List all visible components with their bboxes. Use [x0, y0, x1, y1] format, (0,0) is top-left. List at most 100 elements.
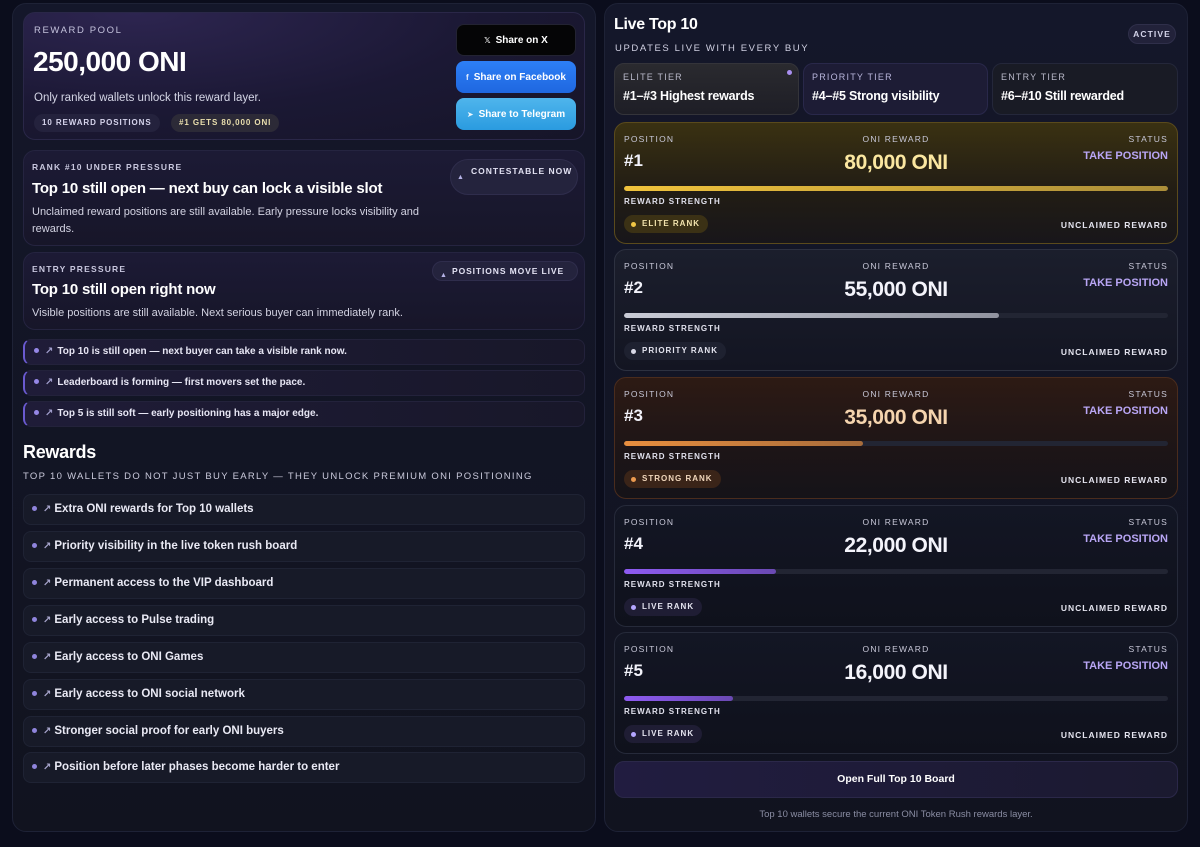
reward-item-text: Stronger social proof for early ONI buye…	[54, 725, 284, 737]
telegram-icon: ➤	[466, 109, 474, 119]
oni-reward-label: ONI REWARD	[862, 644, 930, 654]
reward-item-text: Priority visibility in the live token ru…	[54, 540, 298, 552]
x-logo-icon: 𝕏	[484, 35, 491, 45]
bullet-dot-icon	[32, 728, 37, 733]
status-label: STATUS	[1128, 261, 1168, 271]
arrow-up-right-icon: ↗	[43, 504, 52, 515]
share-on-x-button[interactable]: 𝕏 Share on X	[456, 24, 576, 56]
rank-chip-label: PRIORITY RANK	[642, 346, 718, 355]
reward-pool-kicker: REWARD POOL	[34, 25, 123, 36]
unclaimed-reward-label: UNCLAIMED REWARD	[1060, 347, 1168, 357]
reward-strength-bar	[624, 696, 1168, 701]
rank-chip-label: ELITE RANK	[642, 219, 700, 228]
take-position-button[interactable]: TAKE POSITION	[1083, 277, 1168, 289]
rewards-heading: Rewards	[23, 442, 96, 462]
position-card: POSITION ONI REWARD STATUS #1 80,000 ONI…	[614, 122, 1178, 244]
reward-strength-label: REWARD STRENGTH	[624, 580, 721, 589]
bullet-dot-icon	[32, 617, 37, 622]
tier-priority[interactable]: PRIORITY TIER #4–#5 Strong visibility	[803, 63, 988, 115]
rank-chip: STRONG RANK	[624, 470, 721, 488]
reward-item: ↗ Extra ONI rewards for Top 10 wallets	[23, 494, 585, 525]
reward-strength-fill	[624, 696, 733, 701]
share-on-x-label: Share on X	[495, 34, 548, 46]
entry-pressure-title: Top 10 still open right now	[32, 281, 216, 298]
rank-chip: PRIORITY RANK	[624, 342, 726, 360]
bullet-dot-icon	[34, 348, 39, 353]
contestable-now-badge: ▲ CONTESTABLE NOW	[450, 159, 578, 195]
rank-chip-label: STRONG RANK	[642, 474, 713, 483]
reward-strength-bar	[624, 569, 1168, 574]
position-card: POSITION ONI REWARD STATUS #2 55,000 ONI…	[614, 249, 1178, 371]
bullet-dot-icon	[32, 654, 37, 659]
oni-reward-label: ONI REWARD	[862, 134, 930, 144]
reward-item-text: Extra ONI rewards for Top 10 wallets	[54, 503, 254, 515]
take-position-button[interactable]: TAKE POSITION	[1083, 533, 1168, 545]
share-on-facebook-button[interactable]: f Share on Facebook	[456, 61, 576, 93]
position-card: POSITION ONI REWARD STATUS #3 35,000 ONI…	[614, 377, 1178, 499]
tier-value: #4–#5 Strong visibility	[812, 89, 940, 103]
tier-elite[interactable]: ELITE TIER #1–#3 Highest rewards	[614, 63, 799, 115]
entry-pressure-body: Visible positions are still available. N…	[32, 307, 403, 319]
chip-dot-icon	[631, 476, 636, 482]
take-position-button[interactable]: TAKE POSITION	[1083, 150, 1168, 162]
reward-strength-fill	[624, 186, 1168, 191]
rewards-subtitle: TOP 10 WALLETS DO NOT JUST BUY EARLY — T…	[23, 471, 533, 482]
reward-item-text: Position before later phases become hard…	[54, 761, 340, 773]
reward-strength-label: REWARD STRENGTH	[624, 197, 721, 206]
reward-item-text: Permanent access to the VIP dashboard	[54, 577, 274, 589]
reward-positions-pill: 10 REWARD POSITIONS	[34, 114, 160, 132]
tier-kicker: ELITE TIER	[623, 72, 683, 82]
open-full-board-button[interactable]: Open Full Top 10 Board	[614, 761, 1178, 798]
status-label: STATUS	[1128, 134, 1168, 144]
oni-reward-label: ONI REWARD	[862, 389, 930, 399]
tier-entry[interactable]: ENTRY TIER #6–#10 Still rewarded	[992, 63, 1178, 115]
status-label: STATUS	[1128, 389, 1168, 399]
footnote: Top 10 wallets secure the current ONI To…	[759, 809, 1033, 820]
live-top-10-subtitle: UPDATES LIVE WITH EVERY BUY	[615, 43, 810, 54]
bullet-dot-icon	[34, 410, 39, 415]
share-to-telegram-button[interactable]: ➤ Share to Telegram	[456, 98, 576, 130]
rank-pressure-body: Unclaimed reward positions are still ava…	[32, 206, 419, 235]
oni-reward-label: ONI REWARD	[862, 517, 930, 527]
rank-pressure-card: RANK #10 UNDER PRESSURE Top 10 still ope…	[23, 150, 585, 246]
reward-pool-card: REWARD POOL 250,000 ONI Only ranked wall…	[23, 12, 585, 140]
contestable-now-label: CONTESTABLE NOW	[471, 166, 573, 176]
take-position-button[interactable]: TAKE POSITION	[1083, 660, 1168, 672]
reward-item-text: Early access to ONI Games	[54, 651, 204, 663]
share-on-facebook-label: Share on Facebook	[473, 71, 566, 83]
reward-item: ↗ Position before later phases become har…	[23, 752, 585, 783]
arrow-up-right-icon: ↗	[43, 578, 52, 589]
rank-pressure-title: Top 10 still open — next buy can lock a …	[32, 180, 383, 197]
share-to-telegram-label: Share to Telegram	[478, 108, 566, 120]
take-position-button[interactable]: TAKE POSITION	[1083, 405, 1168, 417]
ticker-text: Top 10 is still open — next buyer can ta…	[57, 346, 347, 357]
bullet-dot-icon	[32, 543, 37, 548]
tier-value: #1–#3 Highest rewards	[623, 89, 755, 103]
rank-chip-label: LIVE RANK	[642, 602, 695, 611]
unclaimed-reward-label: UNCLAIMED REWARD	[1060, 220, 1168, 230]
reward-item-text: Early access to ONI social network	[54, 688, 245, 700]
status-label: STATUS	[1128, 517, 1168, 527]
reward-pool-note: Only ranked wallets unlock this reward l…	[34, 92, 261, 104]
positions-move-live-badge: ▲ POSITIONS MOVE LIVE	[432, 261, 578, 281]
left-panel: REWARD POOL 250,000 ONI Only ranked wall…	[12, 3, 596, 832]
reward-strength-label: REWARD STRENGTH	[624, 324, 721, 333]
bullet-dot-icon	[32, 506, 37, 511]
unclaimed-reward-label: UNCLAIMED REWARD	[1060, 603, 1168, 613]
entry-pressure-kicker: ENTRY PRESSURE	[32, 264, 127, 274]
arrow-up-right-icon: ↗	[43, 615, 52, 626]
arrow-up-right-icon: ↗	[43, 652, 52, 663]
rank-pressure-kicker: RANK #10 UNDER PRESSURE	[32, 162, 183, 172]
top-reward-pill: #1 GETS 80,000 ONI	[171, 114, 280, 132]
arrow-up-right-icon: ↗	[45, 346, 54, 357]
triangle-up-icon: ▲	[457, 174, 465, 181]
bullet-dot-icon	[32, 764, 37, 769]
tier-kicker: ENTRY TIER	[1001, 72, 1067, 82]
ticker-item: ↗ Top 5 is still soft — early positioning…	[23, 401, 585, 427]
reward-strength-bar	[624, 441, 1168, 446]
active-status-badge: ACTIVE	[1128, 24, 1176, 44]
triangle-up-icon: ▲	[440, 272, 448, 279]
chip-dot-icon	[631, 221, 636, 227]
position-card: POSITION ONI REWARD STATUS #4 22,000 ONI…	[614, 505, 1178, 627]
tier-value: #6–#10 Still rewarded	[1001, 89, 1124, 103]
